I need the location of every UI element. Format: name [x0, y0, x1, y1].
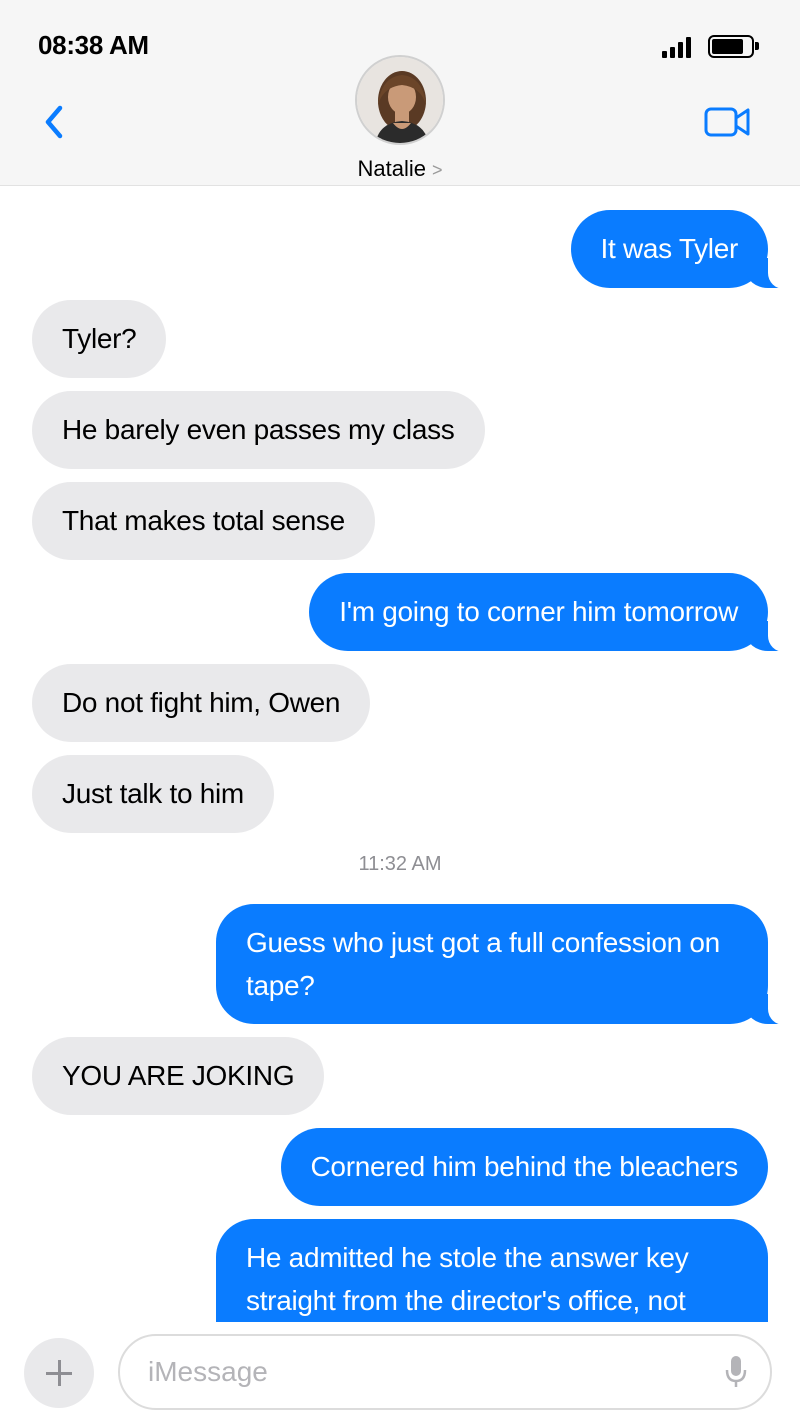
message-text: Do not fight him, Owen — [62, 687, 341, 718]
message-bubble-incoming[interactable]: Tyler? — [32, 300, 167, 378]
back-chevron-icon[interactable] — [40, 102, 70, 142]
signal-icon — [662, 36, 692, 58]
microphone-icon[interactable] — [724, 1354, 748, 1390]
plus-icon[interactable] — [24, 1338, 94, 1408]
contact-avatar[interactable] — [355, 55, 445, 145]
message-bubble-incoming[interactable]: Just talk to him — [8, 755, 274, 834]
video-camera-icon[interactable] — [703, 104, 751, 140]
message-timestamp: 11:32 AM — [358, 853, 442, 875]
compose-bar: iMessage — [0, 1322, 800, 1422]
message-bubble-outgoing[interactable]: It was Tyler — [570, 210, 793, 289]
message-input[interactable]: iMessage — [118, 1334, 772, 1410]
battery-icon — [708, 35, 759, 58]
message-text: He barely even passes my class — [62, 414, 455, 445]
contact-name[interactable]: Natalie > — [0, 156, 800, 182]
message-bubble-incoming[interactable]: That makes total sense — [8, 482, 375, 561]
message-text: YOU ARE JOKING — [62, 1060, 295, 1091]
message-text: Cornered him behind the bleachers — [310, 1151, 739, 1182]
contact-name-label: Natalie — [357, 156, 426, 181]
message-bubble-incoming[interactable]: YOU ARE JOKING — [7, 1037, 325, 1116]
message-bubble-outgoing[interactable]: Guess who just got a full confession on … — [216, 904, 792, 1025]
message-text: Tyler? — [62, 323, 137, 354]
message-bubble-outgoing[interactable]: I'm going to corner him tomorrow — [309, 573, 792, 652]
chevron-right-icon: > — [431, 160, 443, 180]
message-bubble-incoming[interactable]: He barely even passes my class — [32, 391, 485, 469]
message-input-placeholder: iMessage — [148, 1356, 268, 1387]
status-time: 08:38 AM — [38, 30, 149, 60]
message-text: Guess who just got a full confession on … — [246, 927, 720, 1001]
conversation-header: 08:38 AM Natalie > — [0, 0, 800, 186]
message-text: Just talk to him — [62, 778, 244, 809]
message-text: It was Tyler — [600, 233, 739, 264]
message-text: He admitted he stole the answer key stra… — [246, 1242, 689, 1316]
message-text: That makes total sense — [62, 505, 345, 536]
message-bubble-outgoing[interactable]: Cornered him behind the bleachers — [280, 1128, 768, 1206]
message-bubble-incoming[interactable]: Do not fight him, Owen — [32, 664, 371, 742]
message-text: I'm going to corner him tomorrow — [339, 596, 738, 627]
